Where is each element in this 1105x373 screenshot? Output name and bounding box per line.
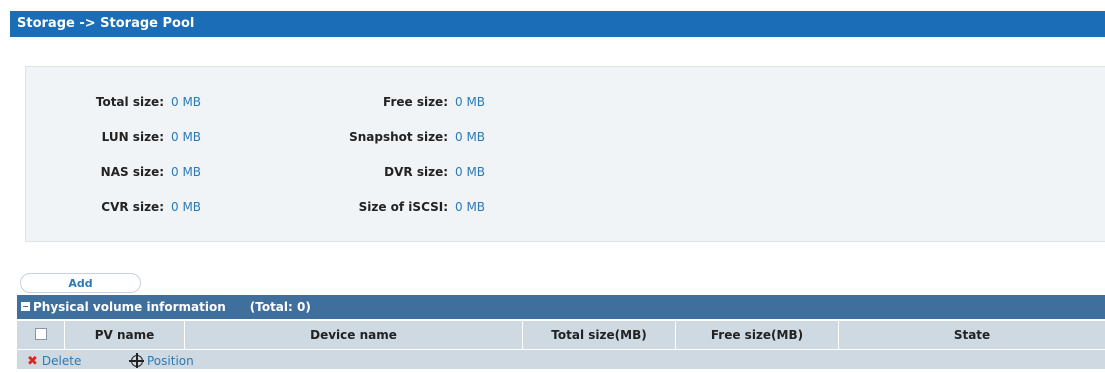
iscsi-size-stat: Size of iSCSI: 0 MB <box>26 200 485 214</box>
column-state[interactable]: State <box>839 321 1105 349</box>
dvr-size-value: 0 MB <box>455 165 486 179</box>
column-device-name[interactable]: Device name <box>185 321 523 349</box>
free-size-stat: Free size: 0 MB <box>26 95 485 109</box>
pv-table-column-headers: PV name Device name Total size(MB) Free … <box>17 321 1105 349</box>
snapshot-size-stat: Snapshot size: 0 MB <box>26 130 485 144</box>
pv-table-title: Physical volume information <box>33 300 226 314</box>
snapshot-size-label: Snapshot size: <box>349 130 448 144</box>
collapse-icon[interactable] <box>21 302 30 311</box>
dvr-size-stat: DVR size: 0 MB <box>26 165 485 179</box>
column-total-size[interactable]: Total size(MB) <box>523 321 676 349</box>
position-label: Position <box>147 354 194 368</box>
snapshot-size-value: 0 MB <box>455 130 486 144</box>
delete-label: Delete <box>41 354 82 368</box>
page-title: Storage -> Storage Pool <box>10 11 1105 37</box>
pv-table-actions: ✖ Delete Position <box>17 350 1105 369</box>
pv-table-total: (Total: 0) <box>249 300 311 314</box>
column-free-size[interactable]: Free size(MB) <box>676 321 839 349</box>
delete-button[interactable]: ✖ Delete <box>27 350 81 373</box>
storage-summary-panel: Total size: 0 MB Free size: 0 MB LUN size:… <box>25 66 1105 242</box>
pv-table-header: Physical volume information (Total: 0) <box>17 295 1105 319</box>
free-size-value: 0 MB <box>455 95 486 109</box>
iscsi-size-value: 0 MB <box>455 200 486 214</box>
column-pv-name[interactable]: PV name <box>65 321 185 349</box>
select-all-cell <box>17 321 65 349</box>
delete-icon: ✖ <box>27 354 38 369</box>
free-size-label: Free size: <box>383 95 448 109</box>
dvr-size-label: DVR size: <box>384 165 448 179</box>
position-icon <box>129 353 144 368</box>
iscsi-size-label: Size of iSCSI: <box>358 200 448 214</box>
add-button[interactable]: Add <box>20 273 141 293</box>
select-all-checkbox[interactable] <box>35 328 47 340</box>
